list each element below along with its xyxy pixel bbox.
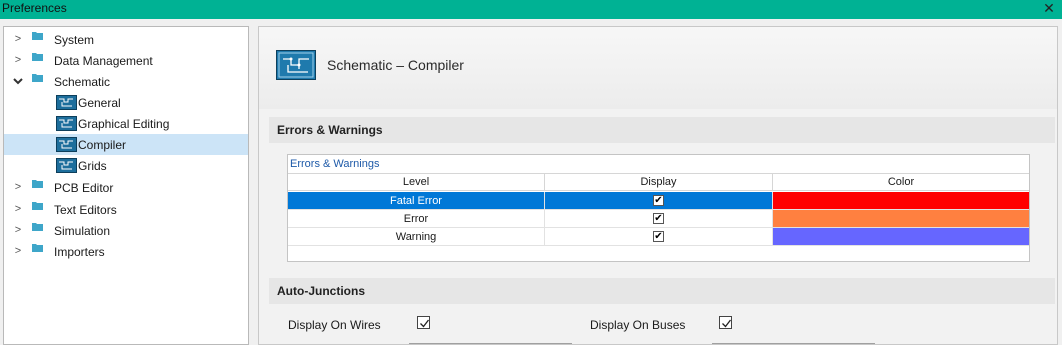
table-row[interactable]: Warning ✔ xyxy=(288,228,1029,246)
column-header-color[interactable]: Color xyxy=(773,174,1029,191)
errors-warnings-grid[interactable]: Errors & Warnings Level Display Color Fa… xyxy=(287,154,1030,262)
display-checkbox[interactable]: ✔ xyxy=(653,212,664,224)
level-cell[interactable]: Error xyxy=(288,210,545,228)
tree-item-simulation[interactable]: > Simulation xyxy=(4,220,248,241)
tree-item-data-management[interactable]: > Data Management xyxy=(4,50,248,71)
folder-icon xyxy=(32,180,43,188)
column-header-level[interactable]: Level xyxy=(288,174,545,191)
display-checkbox[interactable]: ✔ xyxy=(653,194,664,206)
schematic-doc-icon xyxy=(56,158,77,173)
page-header: Schematic – Compiler xyxy=(259,27,1057,109)
schematic-doc-icon xyxy=(56,116,77,131)
auto-junctions-section-header: Auto-Junctions xyxy=(269,278,1055,304)
level-cell[interactable]: Fatal Error xyxy=(288,192,545,210)
display-on-wires-checkbox[interactable] xyxy=(417,316,430,329)
display-cell[interactable]: ✔ xyxy=(545,228,773,246)
section-title: Auto-Junctions xyxy=(277,284,365,298)
chevron-right-icon[interactable]: > xyxy=(12,203,24,215)
table-row[interactable]: Fatal Error ✔ xyxy=(288,192,1029,210)
settings-panel: Schematic – Compiler Errors & Warnings E… xyxy=(258,26,1058,345)
tree-item-label: Importers xyxy=(54,245,105,259)
checkmark-icon xyxy=(420,319,430,328)
tree-item-label: Data Management xyxy=(54,54,153,68)
folder-icon xyxy=(32,223,43,231)
tree-item-compiler[interactable]: Compiler xyxy=(4,134,248,155)
errors-section-header: Errors & Warnings xyxy=(269,117,1055,143)
display-checkbox[interactable]: ✔ xyxy=(653,230,664,242)
display-on-wires-label: Display On Wires xyxy=(288,318,381,332)
schematic-doc-icon xyxy=(56,137,77,152)
schematic-icon xyxy=(276,50,316,80)
folder-icon xyxy=(32,202,43,210)
section-title: Errors & Warnings xyxy=(277,123,383,137)
level-cell[interactable]: Warning xyxy=(288,228,545,246)
chevron-right-icon[interactable]: > xyxy=(12,245,24,257)
tree-item-system[interactable]: > System xyxy=(4,29,248,50)
folder-icon xyxy=(32,244,43,252)
close-icon[interactable]: ✕ xyxy=(1042,0,1056,16)
tree-item-pcb-editor[interactable]: > PCB Editor xyxy=(4,177,248,198)
tree-item-schematic[interactable]: Schematic xyxy=(4,71,248,92)
page-title: Schematic – Compiler xyxy=(327,57,464,73)
column-header-display[interactable]: Display xyxy=(545,174,773,191)
tree-item-label: Graphical Editing xyxy=(78,117,170,131)
chevron-right-icon[interactable]: > xyxy=(12,181,24,193)
tree-item-label: Schematic xyxy=(54,75,111,89)
chevron-right-icon[interactable]: > xyxy=(12,54,24,66)
color-swatch[interactable] xyxy=(773,192,1029,210)
color-swatch[interactable] xyxy=(773,228,1029,246)
display-on-buses-label: Display On Buses xyxy=(590,318,686,332)
window-title: Preferences xyxy=(2,1,67,15)
tree-item-label: System xyxy=(54,33,95,47)
color-swatch[interactable] xyxy=(773,210,1029,228)
tree-item-importers[interactable]: > Importers xyxy=(4,241,248,262)
display-on-buses-checkbox[interactable] xyxy=(719,316,732,329)
chevron-right-icon[interactable]: > xyxy=(12,224,24,236)
chevron-down-icon[interactable] xyxy=(12,76,24,88)
checkmark-icon xyxy=(722,319,732,328)
tree-item-text-editors[interactable]: > Text Editors xyxy=(4,199,248,220)
display-cell[interactable]: ✔ xyxy=(545,210,773,228)
divider xyxy=(712,343,875,344)
folder-icon xyxy=(32,32,43,40)
chevron-right-icon[interactable]: > xyxy=(12,33,24,45)
schematic-doc-icon xyxy=(56,95,77,110)
grid-caption: Errors & Warnings xyxy=(290,158,380,170)
tree-item-general[interactable]: General xyxy=(4,92,248,113)
tree-item-label: General xyxy=(78,96,121,110)
divider xyxy=(409,343,572,344)
tree-item-label: Simulation xyxy=(54,224,111,238)
folder-icon xyxy=(32,53,43,61)
table-row[interactable]: Error ✔ xyxy=(288,210,1029,228)
display-cell[interactable]: ✔ xyxy=(545,192,773,210)
tree-item-label: PCB Editor xyxy=(54,181,114,195)
tree-item-label: Grids xyxy=(78,159,107,173)
title-bar: Preferences ✕ xyxy=(0,0,1062,19)
tree-item-graphical-editing[interactable]: Graphical Editing xyxy=(4,113,248,134)
folder-icon xyxy=(32,74,43,82)
tree-item-label: Text Editors xyxy=(54,203,117,217)
tree-item-grids[interactable]: Grids xyxy=(4,155,248,176)
tree-item-label: Compiler xyxy=(78,138,127,152)
preferences-tree[interactable]: > System > Data Management Schematic Gen… xyxy=(3,26,249,345)
